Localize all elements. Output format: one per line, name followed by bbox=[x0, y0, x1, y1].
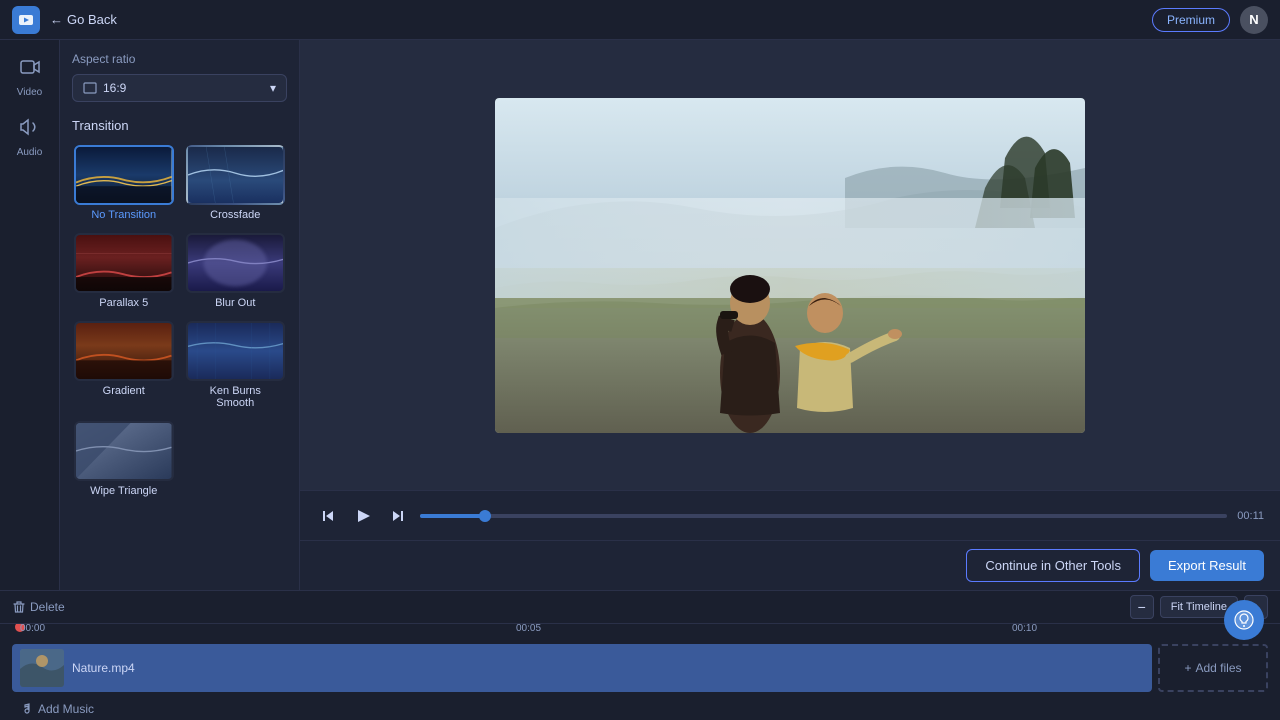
transition-name-crossfade: Crossfade bbox=[210, 209, 260, 221]
transition-item-blur-out[interactable]: Blur Out bbox=[184, 231, 288, 311]
transition-thumb-wipe-triangle bbox=[74, 421, 174, 481]
add-files-label: Add files bbox=[1195, 661, 1241, 675]
timeline-thumb bbox=[479, 510, 491, 522]
transition-item-no-transition[interactable]: No Transition bbox=[72, 143, 176, 223]
transition-section-label: Transition bbox=[72, 118, 287, 133]
video-track-row: Nature.mp4 + Add files bbox=[12, 642, 1268, 694]
transition-thumb-blur-out bbox=[186, 233, 286, 293]
add-music-label: Add Music bbox=[38, 702, 94, 716]
premium-button[interactable]: Premium bbox=[1152, 8, 1230, 32]
add-music-button[interactable]: Add Music bbox=[12, 698, 102, 720]
video-clip[interactable]: Nature.mp4 bbox=[12, 644, 1152, 692]
clip-thumbnail bbox=[20, 649, 64, 687]
transition-name-no-transition: No Transition bbox=[91, 209, 156, 221]
aspect-ratio-section-label: Aspect ratio bbox=[72, 52, 287, 66]
video-icon bbox=[19, 56, 41, 84]
transition-item-parallax5[interactable]: Parallax 5 bbox=[72, 231, 176, 311]
clip-name: Nature.mp4 bbox=[72, 661, 135, 675]
transition-item-crossfade[interactable]: Crossfade bbox=[184, 143, 288, 223]
transition-name-blur-out: Blur Out bbox=[215, 297, 255, 309]
sidebar-item-audio[interactable]: Audio bbox=[5, 110, 55, 164]
add-files-icon: + bbox=[1184, 661, 1191, 675]
transition-item-wipe-triangle[interactable]: Wipe Triangle bbox=[72, 419, 176, 499]
transition-item-gradient[interactable]: Gradient bbox=[72, 319, 176, 411]
transition-thumb-gradient bbox=[74, 321, 174, 381]
delete-button[interactable]: Delete bbox=[12, 600, 65, 614]
timeline-ruler: 00:00 00:05 00:10 bbox=[0, 624, 1280, 642]
video-frame bbox=[495, 98, 1085, 433]
timeline-section: Delete − Fit Timeline + 00:00 00:05 00:1… bbox=[0, 590, 1280, 720]
aspect-ratio-value: 16:9 bbox=[103, 81, 126, 95]
aspect-ratio-chevron-icon: ▾ bbox=[270, 81, 276, 95]
export-button[interactable]: Export Result bbox=[1150, 550, 1264, 581]
ruler-mark-0: 00:00 bbox=[20, 624, 45, 634]
avatar: N bbox=[1240, 6, 1268, 34]
continue-button[interactable]: Continue in Other Tools bbox=[966, 549, 1140, 582]
transition-name-wipe-triangle: Wipe Triangle bbox=[90, 485, 157, 497]
audio-nav-label: Audio bbox=[17, 147, 43, 158]
transition-item-ken-burns[interactable]: Ken BurnsSmooth bbox=[184, 319, 288, 411]
prev-button[interactable] bbox=[316, 504, 340, 528]
zoom-out-button[interactable]: − bbox=[1130, 595, 1154, 619]
audio-track-row: Add Music bbox=[12, 698, 1268, 720]
video-timeline-track[interactable] bbox=[420, 514, 1227, 518]
transition-thumb-crossfade bbox=[186, 145, 286, 205]
video-nav-label: Video bbox=[17, 87, 42, 98]
action-bar: Continue in Other Tools Export Result bbox=[300, 540, 1280, 590]
transition-name-gradient: Gradient bbox=[103, 385, 145, 397]
video-container bbox=[495, 98, 1085, 433]
icon-nav: Video Audio bbox=[0, 40, 60, 590]
video-controls: 00:11 bbox=[300, 490, 1280, 540]
transition-name-ken-burns: Ken BurnsSmooth bbox=[210, 385, 261, 409]
ruler-mark-2: 00:10 bbox=[1012, 624, 1037, 634]
preview-area: 00:11 Continue in Other Tools Export Res… bbox=[300, 40, 1280, 590]
aspect-ratio-select[interactable]: 16:9 ▾ bbox=[72, 74, 287, 102]
transition-thumb-no-transition bbox=[74, 145, 174, 205]
transition-thumb-ken-burns bbox=[186, 321, 286, 381]
video-preview bbox=[300, 40, 1280, 490]
timeline-toolbar: Delete − Fit Timeline + bbox=[0, 591, 1280, 624]
play-button[interactable] bbox=[350, 503, 376, 529]
transition-name-parallax5: Parallax 5 bbox=[99, 297, 148, 309]
go-back-button[interactable]: ← Go Back bbox=[50, 12, 117, 27]
ruler-mark-1: 00:05 bbox=[516, 624, 541, 634]
add-files-button[interactable]: + Add files bbox=[1158, 644, 1268, 692]
delete-label: Delete bbox=[30, 600, 65, 614]
sidebar: Aspect ratio 16:9 ▾ Transition bbox=[60, 40, 300, 590]
timeline-tracks: Nature.mp4 + Add files Add Music bbox=[0, 642, 1280, 720]
support-bubble[interactable] bbox=[1224, 600, 1264, 640]
time-display: 00:11 bbox=[1237, 510, 1264, 522]
sidebar-item-video[interactable]: Video bbox=[5, 50, 55, 104]
timeline-progress bbox=[420, 514, 485, 518]
topbar: ← Go Back Premium N bbox=[0, 0, 1280, 40]
audio-icon bbox=[19, 116, 41, 144]
transition-grid: No Transition bbox=[72, 143, 287, 499]
next-button[interactable] bbox=[386, 504, 410, 528]
go-back-label: Go Back bbox=[67, 12, 117, 27]
app-logo bbox=[12, 6, 40, 34]
transition-thumb-parallax5 bbox=[74, 233, 174, 293]
